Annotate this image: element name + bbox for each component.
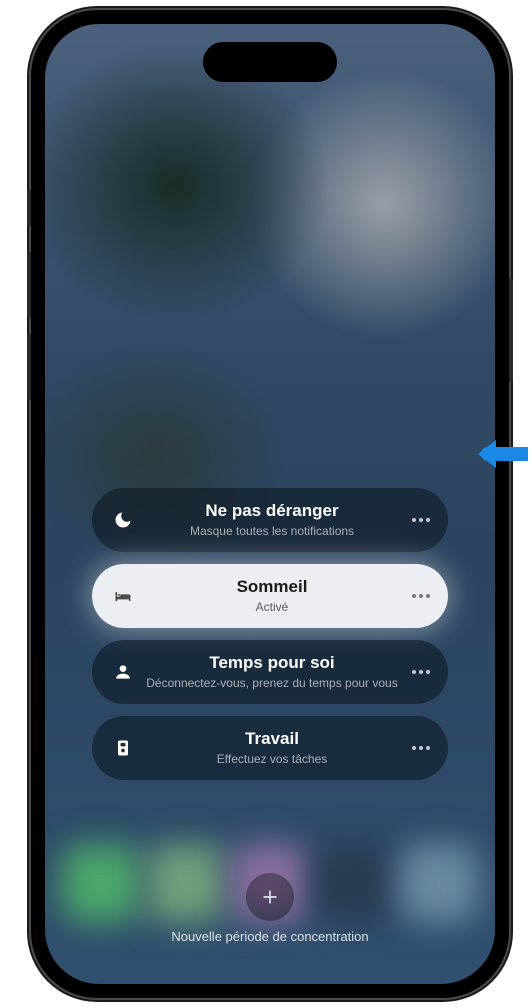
- more-icon[interactable]: [412, 746, 430, 750]
- person-icon: [112, 661, 134, 683]
- volume-down-button[interactable]: [27, 334, 31, 400]
- moon-icon: [112, 509, 134, 531]
- bed-icon: [112, 585, 134, 607]
- focus-list: Ne pas déranger Masque toutes les notifi…: [45, 198, 495, 780]
- focus-title: Sommeil: [146, 577, 398, 597]
- focus-text: Travail Effectuez vos tâches: [146, 729, 398, 766]
- dynamic-island: [203, 42, 337, 82]
- badge-icon: [112, 737, 134, 759]
- focus-item-sleep[interactable]: Sommeil Activé: [92, 564, 448, 628]
- focus-title: Temps pour soi: [146, 653, 398, 673]
- focus-item-dnd[interactable]: Ne pas déranger Masque toutes les notifi…: [92, 488, 448, 552]
- mute-switch[interactable]: [27, 190, 31, 226]
- focus-subtitle: Masque toutes les notifications: [146, 524, 398, 539]
- volume-up-button[interactable]: [27, 252, 31, 318]
- more-icon[interactable]: [412, 518, 430, 522]
- focus-item-work[interactable]: Travail Effectuez vos tâches: [92, 716, 448, 780]
- focus-text: Ne pas déranger Masque toutes les notifi…: [146, 501, 398, 538]
- focus-text: Temps pour soi Déconnectez-vous, prenez …: [146, 653, 398, 690]
- focus-subtitle: Activé: [146, 600, 398, 615]
- focus-item-personal[interactable]: Temps pour soi Déconnectez-vous, prenez …: [92, 640, 448, 704]
- focus-text: Sommeil Activé: [146, 577, 398, 614]
- plus-icon[interactable]: [246, 873, 294, 921]
- annotation-arrow-icon: [476, 436, 528, 472]
- focus-title: Travail: [146, 729, 398, 749]
- more-icon[interactable]: [412, 670, 430, 674]
- new-focus[interactable]: Nouvelle période de concentration: [45, 873, 495, 944]
- side-button[interactable]: [509, 278, 513, 382]
- focus-subtitle: Effectuez vos tâches: [146, 752, 398, 767]
- focus-subtitle: Déconnectez-vous, prenez du temps pour v…: [146, 676, 398, 691]
- more-icon[interactable]: [412, 594, 430, 598]
- focus-overlay: Ne pas déranger Masque toutes les notifi…: [45, 24, 495, 984]
- phone-frame: Ne pas déranger Masque toutes les notifi…: [31, 10, 509, 998]
- screen: Ne pas déranger Masque toutes les notifi…: [45, 24, 495, 984]
- focus-title: Ne pas déranger: [146, 501, 398, 521]
- new-focus-label: Nouvelle période de concentration: [171, 929, 368, 944]
